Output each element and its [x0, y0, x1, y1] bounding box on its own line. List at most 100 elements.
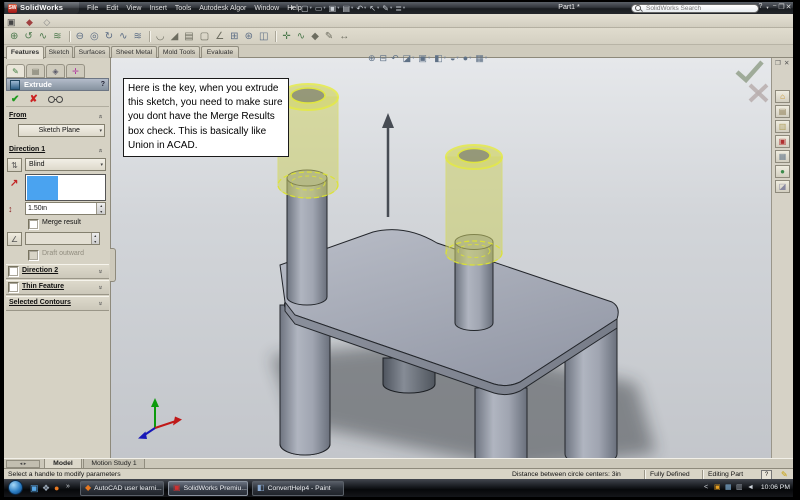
- reverse-direction-button[interactable]: ⇅: [7, 158, 22, 172]
- help-icon[interactable]: ?: [757, 3, 764, 10]
- propertymanager-tab[interactable]: ✎: [6, 64, 25, 78]
- save-caret-icon[interactable]: ▾: [337, 5, 339, 11]
- graphics-viewport[interactable]: ⊕ ⊟ ↶ ◪▾ ▣▾ ◧▾ ◒▾ ●▾ ▦▾ Here is the key,…: [111, 58, 771, 458]
- show-desktop-icon[interactable]: ▣: [30, 483, 39, 493]
- extrude-direction-handle[interactable]: [382, 113, 394, 217]
- circular-pattern-icon[interactable]: ⊛: [245, 31, 253, 42]
- quicklaunch-overflow-icon[interactable]: »: [66, 483, 70, 490]
- algor-icon-3[interactable]: ◇: [43, 17, 50, 27]
- start-button[interactable]: [8, 480, 23, 495]
- select-caret-icon[interactable]: ▾: [377, 5, 379, 11]
- tab-sketch[interactable]: Sketch: [45, 46, 73, 58]
- tab-scroll-buttons[interactable]: ◂ ▸: [6, 460, 40, 468]
- reference-geometry-icon[interactable]: ✛: [282, 31, 290, 42]
- revolved-cut-icon[interactable]: ↻: [105, 31, 113, 42]
- extruded-boss-icon[interactable]: ⊕: [10, 31, 18, 42]
- depth-spinner[interactable]: ▴▾: [96, 203, 105, 214]
- tray-collapse-icon[interactable]: <: [704, 484, 708, 492]
- tray-display-icon[interactable]: ▥: [736, 484, 743, 492]
- merge-result-checkbox[interactable]: [28, 219, 39, 230]
- search-pane-icon[interactable]: ▣: [775, 135, 790, 148]
- menu-tools[interactable]: Tools: [171, 5, 195, 12]
- selected-contours-section-bar[interactable]: Selected Contours »: [6, 296, 109, 311]
- print-icon[interactable]: ▤: [342, 4, 350, 13]
- resources-icon[interactable]: ⌂: [775, 90, 790, 103]
- section-view-icon[interactable]: ◪▾: [402, 53, 416, 64]
- doc-close-icon[interactable]: ✕: [784, 59, 789, 67]
- rib-icon[interactable]: ▤: [184, 31, 193, 42]
- menu-autodesk-algor[interactable]: Autodesk Algor: [195, 5, 250, 12]
- view-orientation-icon[interactable]: ▣▾: [417, 53, 431, 64]
- algor-icon-1[interactable]: ▣: [7, 17, 16, 27]
- spin-down-icon[interactable]: ▾: [97, 209, 105, 215]
- restore-button[interactable]: ❐: [778, 3, 785, 11]
- algor-icon-2[interactable]: ◆: [26, 17, 33, 27]
- search-input[interactable]: [644, 4, 748, 13]
- tray-update-icon[interactable]: ▣: [714, 484, 721, 492]
- tab-scroll-right-icon[interactable]: ▸: [24, 461, 27, 467]
- tray-volume-icon[interactable]: ◄: [747, 484, 754, 492]
- minimize-button[interactable]: −: [771, 3, 778, 10]
- spin-down-icon[interactable]: ▾: [92, 239, 99, 245]
- hide-show-icon[interactable]: ◒▾: [449, 53, 460, 63]
- direction1-collapse-icon[interactable]: »: [98, 149, 105, 153]
- tab-evaluate[interactable]: Evaluate: [201, 46, 239, 58]
- file-explorer-icon[interactable]: ▥: [775, 120, 790, 133]
- sketch-caret-icon[interactable]: ▾: [390, 5, 392, 11]
- window-switcher-icon[interactable]: ❖: [42, 483, 50, 493]
- draft-button[interactable]: ∠: [7, 232, 22, 246]
- curves-icon[interactable]: ∿: [297, 31, 305, 42]
- dimxpert-tab[interactable]: ◈: [46, 64, 65, 78]
- measure-icon[interactable]: ↔: [339, 31, 349, 42]
- ok-button[interactable]: ✔: [11, 94, 19, 105]
- search-box[interactable]: [631, 4, 759, 13]
- taskbar-button-paint[interactable]: ◧ ConvertHelp4 - Paint: [252, 481, 344, 496]
- lofted-boss-icon[interactable]: ≋: [53, 31, 61, 42]
- end-condition-dropdown[interactable]: Blind ▾: [25, 158, 106, 171]
- tray-network-icon[interactable]: ▦: [725, 484, 732, 492]
- menu-pin-icon[interactable]: ✦: [289, 4, 295, 12]
- options-caret-icon[interactable]: ▾: [403, 5, 405, 11]
- undo-icon[interactable]: ↶: [356, 4, 363, 13]
- configurations-tab[interactable]: ▤: [26, 64, 45, 78]
- appearances-pane-icon[interactable]: ●: [775, 165, 790, 178]
- thin-feature-expand-icon[interactable]: »: [97, 286, 104, 290]
- doc-restore-icon[interactable]: ❐: [775, 59, 781, 67]
- tab-features[interactable]: Features: [6, 46, 44, 59]
- cancel-button[interactable]: ✘: [29, 94, 37, 105]
- direction2-section-bar[interactable]: Direction 2 »: [6, 264, 109, 279]
- scene-icon[interactable]: ▦▾: [474, 53, 488, 64]
- revolved-boss-icon[interactable]: ↺: [24, 31, 32, 42]
- draft-icon[interactable]: ∠: [215, 31, 224, 42]
- appearances-icon[interactable]: ●▾: [462, 53, 473, 63]
- custom-properties-icon[interactable]: ◪: [775, 180, 790, 193]
- confirm-ok-icon[interactable]: [737, 62, 762, 80]
- direction1-section-label[interactable]: Direction 1: [9, 146, 45, 153]
- thin-feature-checkbox[interactable]: [8, 282, 19, 293]
- menu-view[interactable]: View: [122, 5, 145, 12]
- zoom-fit-icon[interactable]: ⊕: [367, 53, 377, 64]
- menu-window[interactable]: Window: [250, 5, 283, 12]
- extruded-cut-icon[interactable]: ⊖: [76, 31, 84, 42]
- help-caret-icon[interactable]: ▾: [764, 5, 771, 11]
- chamfer-icon[interactable]: ◢: [171, 31, 179, 42]
- annotation-note[interactable]: Here is the key, when you extrude this s…: [123, 78, 289, 157]
- taskbar-button-autocad[interactable]: ◆ AutoCAD user learni...: [80, 481, 164, 496]
- detailed-preview-icon[interactable]: [48, 96, 55, 103]
- from-collapse-icon[interactable]: »: [98, 115, 105, 119]
- fillet-icon[interactable]: ◡: [156, 31, 165, 42]
- open-icon[interactable]: ▭: [315, 4, 323, 13]
- new-caret-icon[interactable]: ▾: [310, 5, 312, 11]
- direction2-expand-icon[interactable]: »: [97, 270, 104, 274]
- selected-contours-expand-icon[interactable]: »: [97, 302, 104, 306]
- print-caret-icon[interactable]: ▾: [351, 5, 353, 11]
- tab-surfaces[interactable]: Surfaces: [74, 46, 110, 58]
- save-icon[interactable]: ▣: [329, 4, 337, 13]
- options-icon[interactable]: ≣: [395, 4, 402, 13]
- taskbar-button-solidworks[interactable]: ▣ SolidWorks Premiu...: [168, 481, 248, 496]
- close-button[interactable]: ✕: [785, 3, 792, 11]
- direction-selection-listbox[interactable]: [25, 174, 106, 201]
- displaymanager-tab[interactable]: ✛: [66, 64, 85, 78]
- depth-field[interactable]: ▴▾: [25, 202, 106, 215]
- view-palette-icon[interactable]: ▦: [775, 150, 790, 163]
